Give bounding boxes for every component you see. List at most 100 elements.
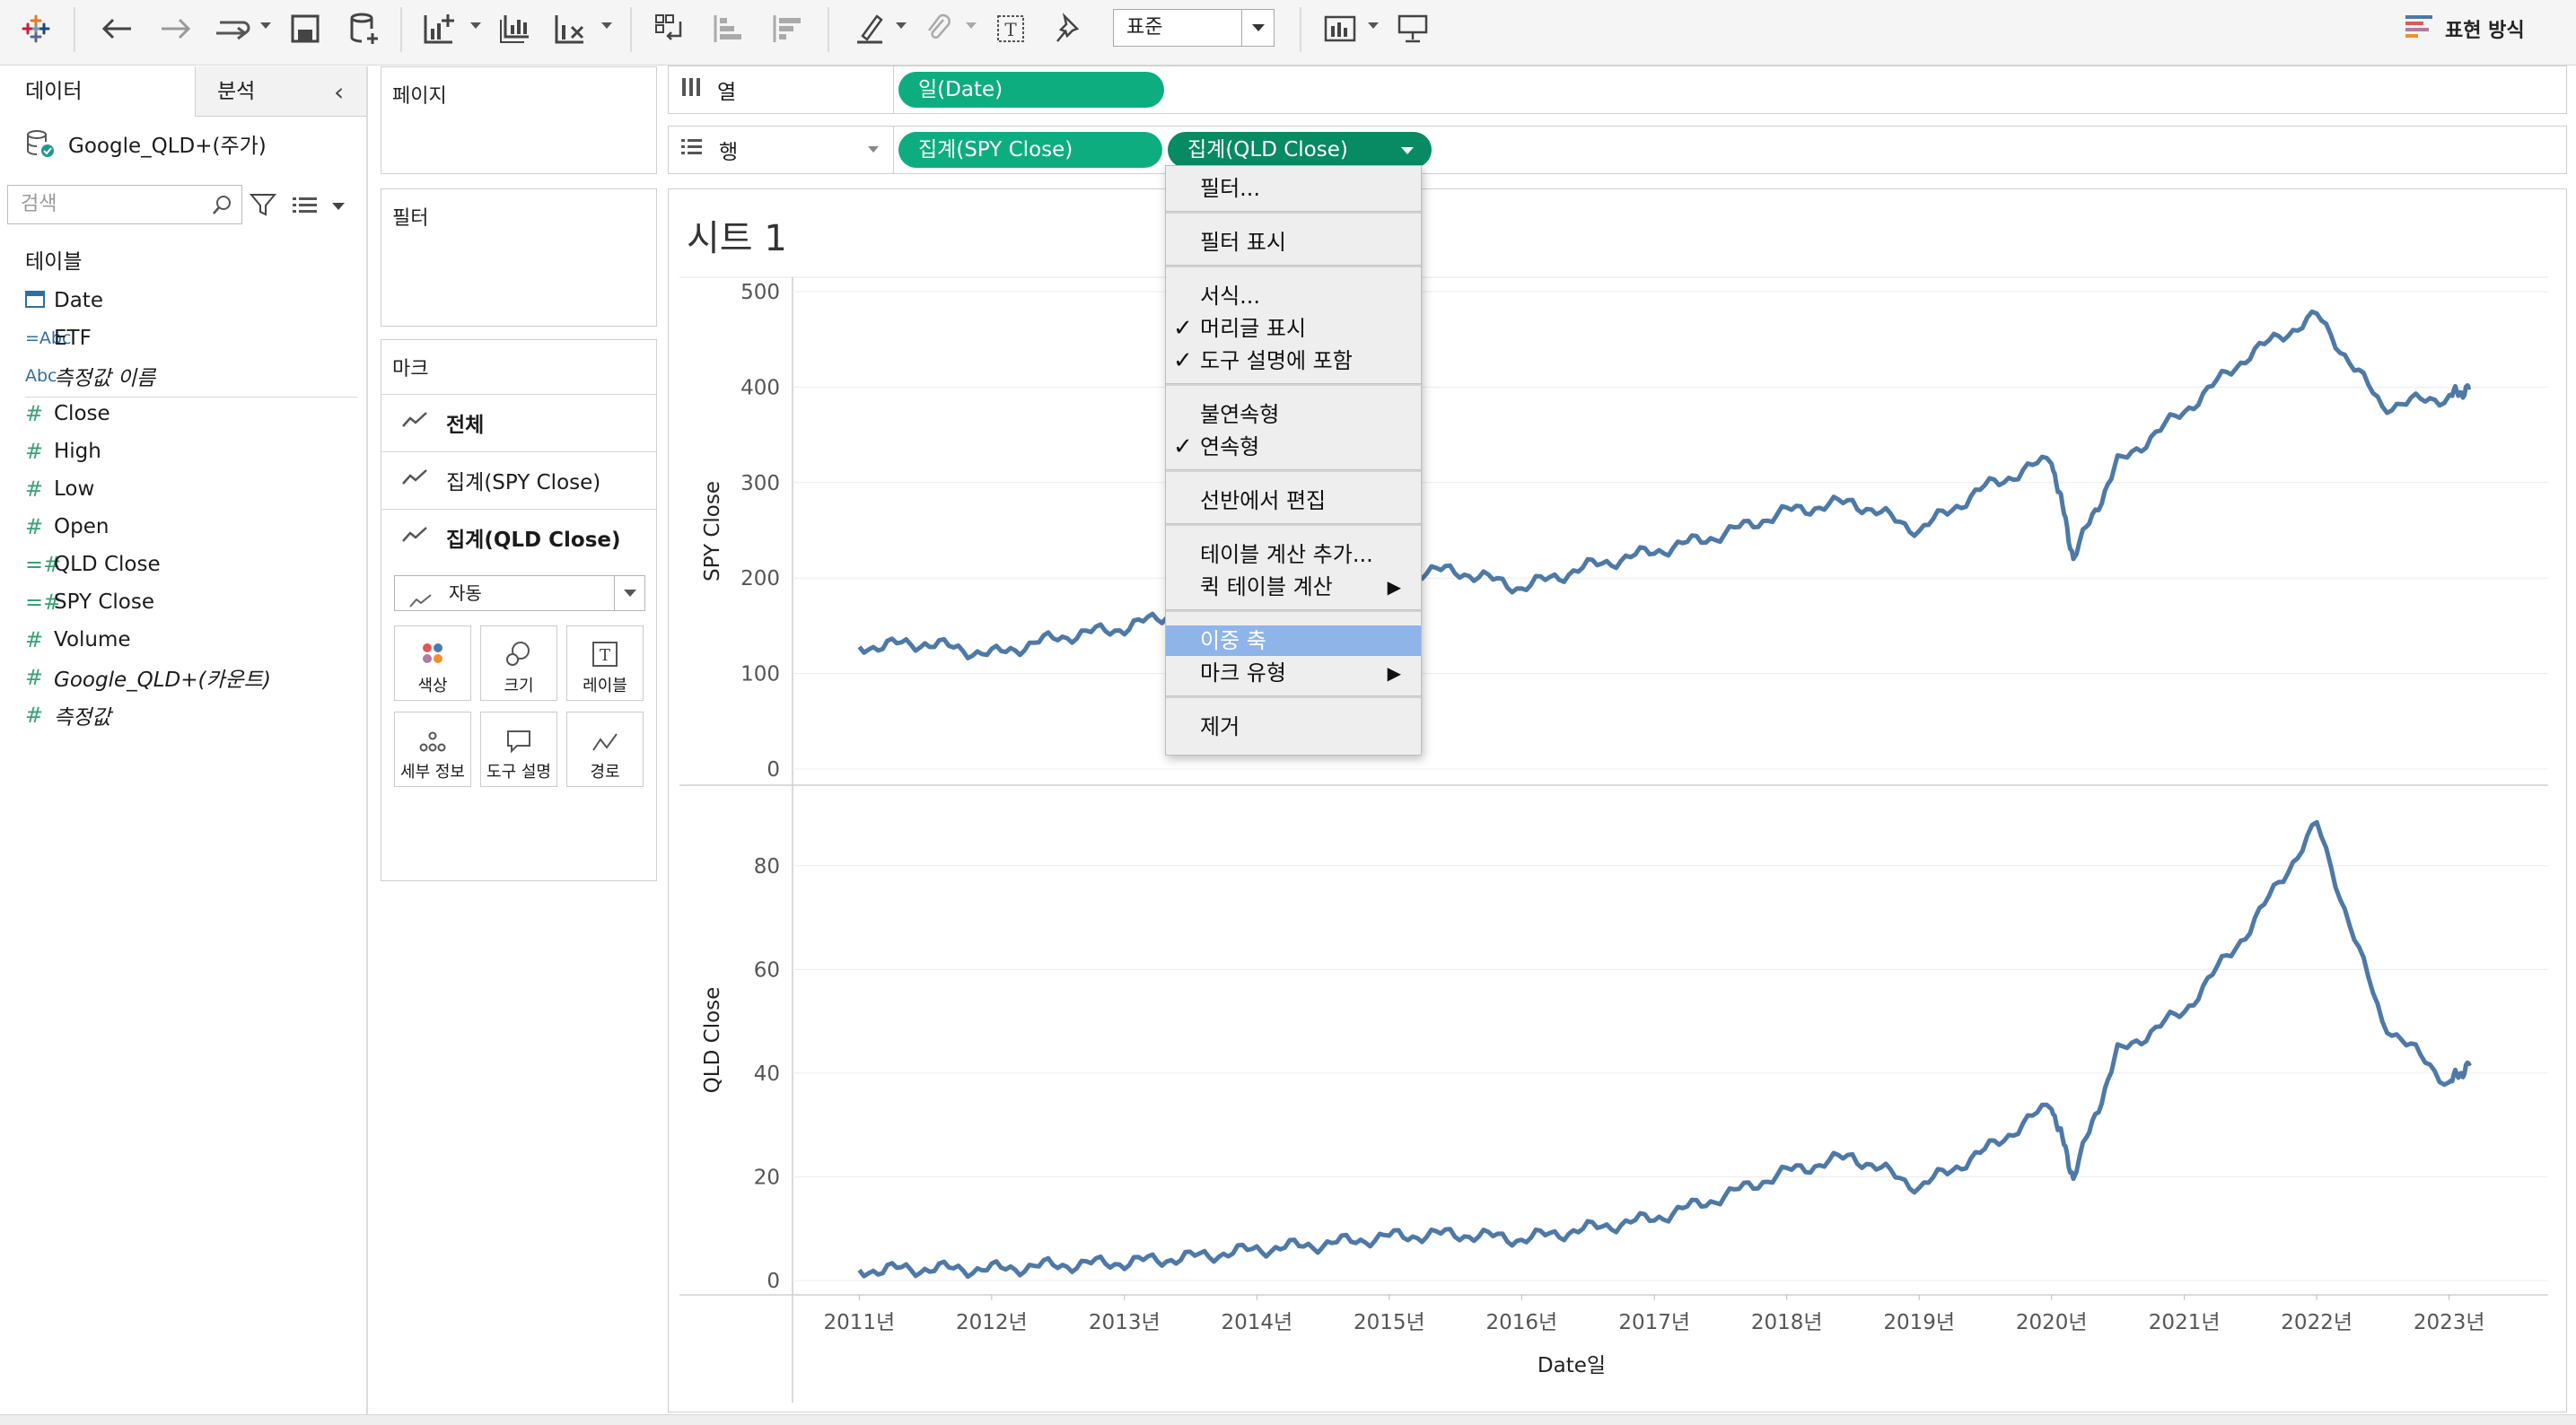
field-item[interactable]: =# SPY Close — [0, 583, 359, 621]
label-button[interactable]: T 레이블 — [566, 625, 644, 701]
menu-item[interactable]: 서식... — [1166, 281, 1421, 311]
menu-item-label: 필터 표시 — [1200, 230, 1286, 255]
tooltip-button[interactable]: 도구 설명 — [480, 712, 557, 787]
duplicate-sheet-icon[interactable] — [495, 9, 535, 48]
swap-rows-columns-icon[interactable] — [650, 9, 689, 48]
menu-item[interactable]: ✓ 도구 설명에 포함 — [1166, 345, 1421, 376]
new-worksheet-icon[interactable] — [420, 9, 460, 48]
field-item[interactable]: =# QLD Close — [0, 546, 359, 583]
highlight-dropdown-caret[interactable] — [896, 22, 907, 29]
number-icon: # — [25, 439, 44, 464]
group-dropdown-caret[interactable] — [966, 22, 977, 29]
menu-item[interactable]: 이중 축 — [1166, 625, 1421, 656]
marks-tab-qld-close[interactable]: 집계(QLD Close) — [381, 509, 656, 564]
field-item[interactable]: # Volume — [0, 621, 359, 659]
rows-shelf[interactable]: 행 집계(SPY Close) 집계(QLD Close) — [668, 126, 2567, 174]
sort-descending-icon[interactable] — [768, 9, 808, 48]
data-source-name: Google_QLD+(주가) — [68, 135, 267, 158]
redo-history-icon[interactable] — [210, 9, 255, 48]
label-button-label: 레이블 — [583, 677, 627, 695]
x-tick-label: 2012년 — [956, 1311, 1028, 1334]
redo-dropdown-caret[interactable] — [260, 22, 271, 29]
number-icon: # — [25, 514, 44, 539]
menu-item-label: 선반에서 편집 — [1200, 488, 1327, 513]
clear-sheet-icon[interactable] — [551, 9, 591, 48]
detail-button[interactable]: 세부 정보 — [394, 712, 471, 787]
undo-icon[interactable] — [97, 9, 136, 48]
field-item[interactable]: # Low — [0, 470, 359, 508]
presentation-mode-icon[interactable] — [1393, 9, 1433, 48]
menu-item[interactable]: 마크 유형 ▶ — [1166, 658, 1421, 688]
y-axis-title: SPY Close — [701, 481, 724, 581]
path-icon — [567, 712, 643, 754]
field-item[interactable]: Date — [0, 282, 359, 319]
fix-axes-pin-icon[interactable] — [1048, 9, 1088, 48]
size-button[interactable]: 크기 — [480, 625, 557, 701]
sheet-view: 0 100 200 300 400 500 SPY Close 0 20 40 60 80 QLD Cl… — [668, 188, 2567, 1412]
menu-item[interactable]: 불연속형 — [1166, 399, 1421, 430]
view-dropdown-caret[interactable] — [332, 203, 345, 210]
show-cards-icon[interactable] — [1321, 9, 1361, 48]
field-item[interactable]: # Close — [0, 395, 359, 433]
field-item[interactable]: =Abc ETF — [0, 319, 359, 357]
filter-fields-icon[interactable] — [249, 192, 277, 221]
rows-shelf-dropdown-caret[interactable] — [868, 146, 879, 153]
field-item[interactable]: # 측정값 — [0, 696, 359, 734]
fit-select[interactable]: 표준 — [1113, 9, 1275, 47]
tableau-logo-icon[interactable] — [16, 9, 56, 48]
columns-shelf[interactable]: 열 일(Date) — [668, 66, 2567, 114]
chevron-down-icon[interactable] — [1241, 10, 1274, 46]
number-icon: # — [25, 401, 44, 426]
save-icon[interactable] — [285, 9, 325, 48]
menu-item[interactable]: ✓ 머리글 표시 — [1166, 313, 1421, 344]
show-me-button[interactable]: 표현 방식 — [2405, 11, 2525, 47]
pill-spy-close[interactable]: 집계(SPY Close) — [898, 132, 1162, 168]
highlight-icon[interactable] — [851, 9, 890, 48]
pages-card[interactable]: 페이지 — [381, 66, 657, 174]
status-bar — [0, 1414, 2576, 1425]
chevron-down-icon[interactable] — [614, 576, 644, 610]
show-mark-labels-icon[interactable]: T — [991, 9, 1030, 48]
show-me-label: 표현 방식 — [2445, 20, 2525, 42]
menu-item-label: 서식... — [1200, 284, 1261, 309]
view-data-list-icon[interactable] — [293, 196, 318, 219]
new-worksheet-dropdown-caret[interactable] — [470, 22, 481, 29]
marks-tab-spy-close[interactable]: 집계(SPY Close) — [381, 451, 656, 507]
menu-item[interactable]: 제거 — [1166, 712, 1421, 742]
sheet-title[interactable]: 시트 1 — [687, 209, 787, 261]
field-search-input[interactable]: 검색 — [7, 185, 242, 224]
path-button[interactable]: 경로 — [566, 712, 644, 787]
color-button[interactable]: 색상 — [394, 625, 471, 701]
clear-sheet-dropdown-caret[interactable] — [601, 22, 612, 29]
mark-type-select[interactable]: 자동 — [394, 575, 645, 611]
marks-tab-all[interactable]: 전체 — [381, 394, 656, 450]
menu-item[interactable]: 필터 표시 — [1166, 227, 1421, 258]
filters-card[interactable]: 필터 — [381, 188, 657, 327]
tab-data[interactable]: 데이터 — [0, 66, 196, 117]
menu-item[interactable]: 선반에서 편집 — [1166, 485, 1421, 516]
redo-icon[interactable] — [156, 9, 196, 48]
x-tick-label: 2015년 — [1354, 1311, 1425, 1334]
collapse-pane-icon[interactable]: ‹ — [334, 77, 344, 107]
data-source-item[interactable]: Google_QLD+(주가) — [25, 122, 267, 165]
menu-item[interactable]: 테이블 계산 추가... — [1166, 539, 1421, 570]
columns-label-text: 열 — [717, 81, 737, 104]
sort-ascending-icon[interactable] — [709, 9, 749, 48]
search-icon — [211, 193, 232, 231]
pill-date[interactable]: 일(Date) — [898, 72, 1164, 108]
toolbar-separator — [630, 7, 632, 52]
menu-item[interactable]: 퀵 테이블 계산 ▶ — [1166, 572, 1421, 602]
pill-qld-close[interactable]: 집계(QLD Close) — [1168, 132, 1432, 168]
field-item[interactable]: Abc 측정값 이름 — [0, 357, 359, 395]
menu-item[interactable]: 필터... — [1166, 173, 1421, 204]
chevron-down-icon[interactable] — [1401, 147, 1414, 154]
menu-item[interactable]: ✓ 연속형 — [1166, 432, 1421, 462]
detail-icon — [395, 712, 470, 754]
number-icon: # — [25, 476, 44, 502]
show-cards-dropdown-caret[interactable] — [1368, 22, 1379, 29]
field-item[interactable]: # Google_QLD+(카운트) — [0, 659, 359, 696]
new-data-source-icon[interactable] — [345, 9, 384, 48]
group-members-icon[interactable] — [919, 9, 959, 48]
field-item[interactable]: # High — [0, 433, 359, 470]
field-item[interactable]: # Open — [0, 508, 359, 546]
